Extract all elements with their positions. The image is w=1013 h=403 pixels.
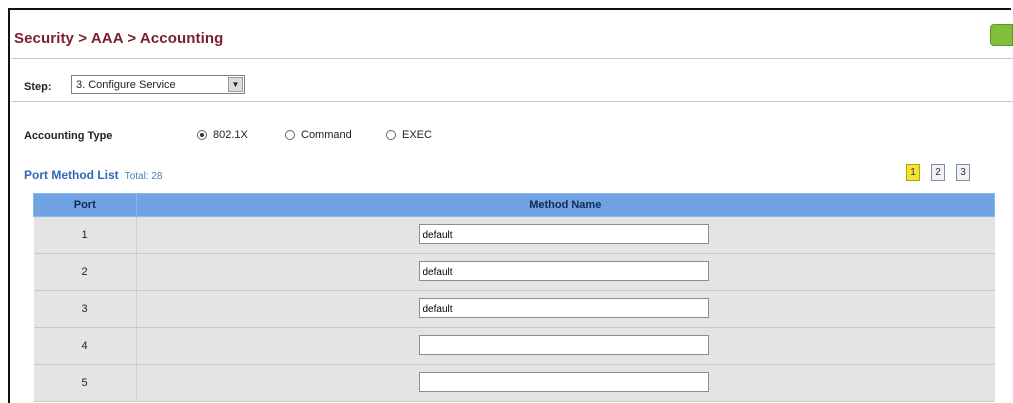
divider (11, 101, 1013, 102)
total-count: Total: 28 (124, 171, 163, 182)
step-label: Step: (24, 81, 52, 93)
method-name-input[interactable] (418, 298, 709, 318)
accounting-type-label: Accounting Type (24, 130, 113, 142)
method-cell (136, 290, 995, 328)
radio-button[interactable] (386, 130, 396, 140)
step-select-value: 3. Configure Service (76, 78, 176, 91)
column-header-method-name: Method Name (135, 193, 995, 217)
method-name-input[interactable] (418, 335, 709, 355)
table-row: 3 (33, 290, 995, 328)
method-name-input[interactable] (418, 261, 709, 281)
radio-label: 802.1X (213, 129, 248, 141)
help-button[interactable] (990, 24, 1013, 46)
step-select[interactable]: 3. Configure Service ▼ (71, 75, 245, 94)
port-cell: 2 (33, 253, 137, 291)
method-name-input[interactable] (418, 224, 709, 244)
port-cell: 4 (33, 327, 137, 365)
radio-label: Command (301, 129, 352, 141)
port-method-table: Port Method Name 1 2 3 4 (33, 193, 995, 402)
column-header-port: Port (33, 193, 137, 217)
port-method-list-title: Port Method List Total: 28 (24, 168, 162, 182)
list-title-text: Port Method List (24, 168, 119, 182)
port-cell: 3 (33, 290, 137, 328)
chevron-down-icon[interactable]: ▼ (228, 77, 243, 92)
port-cell: 1 (33, 216, 137, 254)
method-cell (136, 327, 995, 365)
divider (11, 58, 1013, 59)
page-3-button[interactable]: 3 (956, 164, 970, 181)
radio-8021x[interactable]: 802.1X (197, 129, 248, 141)
table-row: 5 (33, 364, 995, 402)
table-row: 1 (33, 216, 995, 254)
table-row: 4 (33, 327, 995, 365)
port-cell: 5 (33, 364, 137, 402)
method-name-input[interactable] (418, 372, 709, 392)
method-cell (136, 253, 995, 291)
radio-label: EXEC (402, 129, 432, 141)
radio-exec[interactable]: EXEC (386, 129, 432, 141)
radio-button[interactable] (197, 130, 207, 140)
page-1-button[interactable]: 1 (906, 164, 920, 181)
method-cell (136, 216, 995, 254)
page-2-button[interactable]: 2 (931, 164, 945, 181)
table-row: 2 (33, 253, 995, 291)
method-cell (136, 364, 995, 402)
page-title: Security > AAA > Accounting (14, 30, 224, 47)
radio-command[interactable]: Command (285, 129, 352, 141)
radio-button[interactable] (285, 130, 295, 140)
pagination: 1 2 3 (906, 164, 970, 181)
